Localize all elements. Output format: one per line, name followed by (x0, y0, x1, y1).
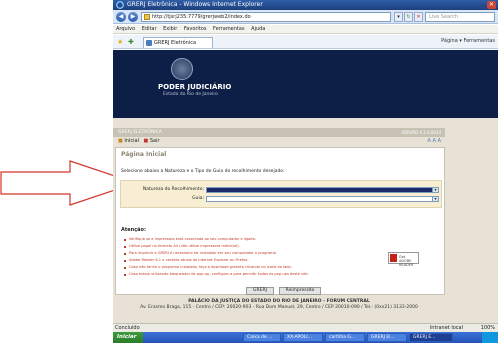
list-item: Adobe Reader 8.1 e versões atuais do Int… (124, 257, 334, 264)
dropdown-icon[interactable]: ▾ (394, 12, 403, 22)
window-title: GRERJ Eletrônica - Windows Internet Expl… (127, 1, 263, 8)
selection-form: Natureza do Recolhimento: ▾ Guia: ▾ (120, 180, 442, 208)
attention-heading: Atenção: (121, 227, 146, 233)
nav-home-link[interactable]: Inicial (124, 138, 139, 144)
menu-ferramentas[interactable]: Ferramentas (213, 26, 245, 32)
favorites-star-icon[interactable]: ★ (117, 38, 123, 46)
taskbar: Iniciar Caixa de ... XX-APOLI... cartilh… (113, 332, 498, 343)
menu-favoritos[interactable]: Favoritos (184, 26, 207, 32)
status-text: Concluído (115, 325, 140, 331)
list-item: Caso não tenha o programa instalado, faç… (124, 264, 334, 271)
search-input[interactable]: Live Search (425, 12, 495, 22)
left-margin (0, 0, 138, 343)
app-nav: ■ Inicial ■ Sair A A A (113, 137, 445, 146)
nav-exit-link[interactable]: Sair (150, 138, 160, 144)
guide-select[interactable]: ▾ (206, 196, 439, 202)
app-header-title: GRERJ ELETRÔNICA (118, 130, 162, 135)
taskbar-item[interactable]: XX-APOLI... (283, 333, 323, 342)
chevron-down-icon: ▾ (432, 188, 438, 192)
tab-label: GRERJ Eletrônica (154, 40, 197, 46)
tab-bar: ★ ✚ GRERJ Eletrônica Página ▾ Ferramenta… (113, 35, 498, 49)
action-buttons: GRERJ Reimpressão (246, 287, 324, 295)
version-label: VERSÃO 4.1.0.0034 (401, 130, 441, 135)
app-panel: GRERJ ELETRÔNICA VERSÃO 4.1.0.0034 ■ Ini… (113, 128, 498, 323)
coat-of-arms-icon (171, 58, 193, 80)
page-content: PODER JUDICIÁRIO Estado do Rio de Janeir… (113, 50, 498, 323)
tab-page-icon (146, 40, 152, 46)
menu-ajuda[interactable]: Ajuda (251, 26, 265, 32)
list-item: Verifique se a impressora está conectada… (124, 236, 334, 243)
main-card: Página Inicial Selecione abaixo a Nature… (115, 147, 445, 295)
taskbar-item[interactable]: cartilha G... (325, 333, 365, 342)
nature-label: Natureza do Recolhimento: (142, 187, 204, 192)
taskbar-item[interactable]: GRERJ El... (367, 333, 407, 342)
taskbar-item-active[interactable]: GRERJ E... (409, 333, 453, 342)
menu-bar: Arquivo Editar Exibir Favoritos Ferramen… (113, 25, 498, 34)
browser-window: GRERJ Eletrônica - Windows Internet Expl… (113, 0, 498, 343)
adobe-reader-download[interactable]: Get ADOBE READER (388, 252, 419, 267)
tab-grerj[interactable]: GRERJ Eletrônica (143, 37, 213, 48)
stop-icon[interactable]: ✕ (414, 12, 423, 22)
address-field[interactable]: http://tjsrj235:7779/grerjweb2/index.do (141, 12, 391, 22)
app-header: GRERJ ELETRÔNICA VERSÃO 4.1.0.0034 (113, 128, 445, 137)
system-tray (482, 332, 498, 343)
reprint-button[interactable]: Reimpressão (278, 287, 322, 295)
nature-select[interactable]: ▾ (206, 187, 439, 193)
page-footer: PALÁCIO DA JUSTIÇA DO ESTADO DO RIO DE J… (113, 299, 445, 311)
banner-title: PODER JUDICIÁRIO (158, 83, 232, 91)
footer-line-2: Av. Erasmo Braga, 115 - Centro / CEP: 20… (140, 305, 418, 310)
back-icon[interactable]: ◀ (116, 12, 126, 22)
grerj-button[interactable]: GRERJ (246, 287, 274, 295)
header-banner: PODER JUDICIÁRIO Estado do Rio de Janeir… (113, 50, 498, 118)
page-title: Página Inicial (121, 151, 167, 158)
list-item: Para imprimir a GRERJ é necessário ter i… (124, 250, 334, 257)
forward-icon[interactable]: ▶ (128, 12, 138, 22)
font-size-controls[interactable]: A A A (428, 137, 441, 146)
status-bar: Concluído Intranet local 100% (113, 323, 498, 332)
address-text: http://tjsrj235:7779/grerjweb2/index.do (152, 14, 251, 20)
list-item: Caso esteja utilizando bloqueador de pop… (124, 271, 334, 278)
home-icon: ■ (118, 138, 123, 144)
list-item: Utilize papel no formato A4 (não utilize… (124, 243, 334, 250)
chevron-down-icon: ▾ (432, 197, 438, 201)
guide-label: Guia: (192, 196, 204, 201)
title-bar: GRERJ Eletrônica - Windows Internet Expl… (113, 0, 498, 10)
toolbar-right[interactable]: Página ▾ Ferramentas (441, 38, 495, 44)
instruction-text: Selecione abaixo a Natureza e o Tipo de … (121, 169, 285, 174)
menu-arquivo[interactable]: Arquivo (116, 26, 135, 32)
refresh-icon[interactable]: ↻ (404, 12, 413, 22)
attention-list: Verifique se a impressora está conectada… (124, 236, 334, 279)
page-icon (144, 14, 150, 20)
address-bar-row: ◀ ▶ http://tjsrj235:7779/grerjweb2/index… (113, 10, 498, 24)
adobe-label: Get ADOBE READER (399, 255, 414, 267)
menu-editar[interactable]: Editar (142, 26, 157, 32)
menu-exibir[interactable]: Exibir (163, 26, 177, 32)
add-favorite-icon[interactable]: ✚ (128, 38, 134, 46)
close-window-button[interactable]: ✕ (487, 1, 496, 9)
taskbar-item[interactable]: Caixa de ... (243, 333, 281, 342)
ie-logo-icon (116, 1, 124, 9)
adobe-logo-icon (390, 254, 397, 262)
banner-subtitle: Estado do Rio de Janeiro (163, 92, 218, 97)
exit-icon: ■ (143, 138, 149, 144)
start-button[interactable]: Iniciar (113, 332, 143, 343)
